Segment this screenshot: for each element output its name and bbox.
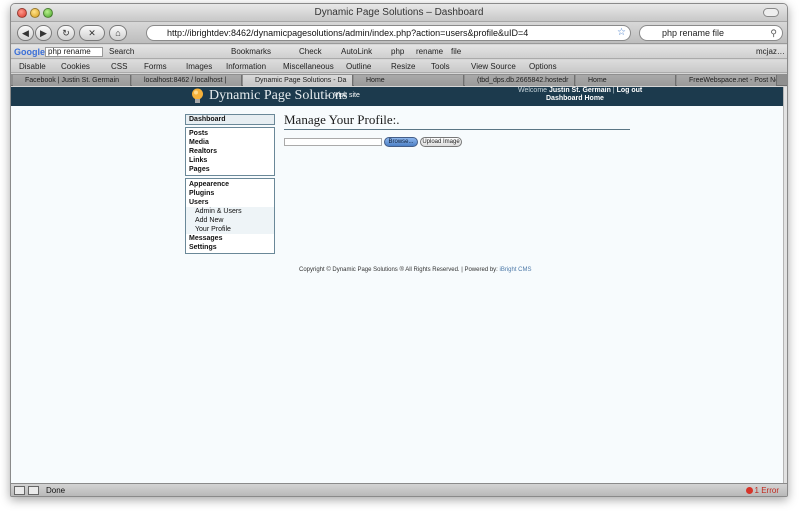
upload-form: Browse... Upload Image <box>284 136 630 150</box>
tab-home[interactable]: Home <box>354 75 464 86</box>
google-search-input[interactable]: php rename <box>45 47 103 57</box>
footer-copyright: Copyright © Dynamic Page Solutions ® All… <box>299 267 532 273</box>
sidebar-admin-box: Appearence Plugins Users Admin & Users A… <box>185 178 275 254</box>
sidebar-item-posts[interactable]: Posts <box>186 129 274 138</box>
dev-forms-menu[interactable]: Forms <box>144 60 167 72</box>
tab-bar: Facebook | Justin St. Germain localhost:… <box>11 74 787 86</box>
search-input[interactable]: php rename file ⚲ <box>639 25 783 41</box>
search-text: php rename file <box>662 28 725 38</box>
welcome-prefix: Welcome <box>518 87 548 94</box>
page-content: Dynamic Page Solutions ← Visit site Welc… <box>11 87 785 483</box>
tab-localhost[interactable]: localhost:8462 / localhost | <box>132 75 242 86</box>
tab-freewebspace[interactable]: FreeWebspace.net - Post Ne <box>677 75 777 86</box>
dev-view-source-menu[interactable]: View Source <box>471 60 516 72</box>
dev-miscellaneous-menu[interactable]: Miscellaneous <box>283 60 334 72</box>
highlight-php-button[interactable]: php <box>391 45 404 58</box>
sidebar-dashboard-box: Dashboard <box>185 114 275 125</box>
web-developer-toolbar: Disable Cookies CSS Forms Images Informa… <box>11 60 787 73</box>
error-count-text: 1 Error <box>754 486 779 495</box>
tab-dynamic-page-solutions[interactable]: Dynamic Page Solutions - Da <box>243 75 353 86</box>
vertical-scrollbar[interactable] <box>783 87 787 483</box>
lightbulb-logo-icon <box>192 88 203 103</box>
sidebar-item-messages[interactable]: Messages <box>186 234 274 243</box>
window-title: Dynamic Page Solutions – Dashboard <box>314 7 484 18</box>
status-window-icon[interactable] <box>28 486 39 495</box>
google-toolbar: Google php rename Search Bookmarks Check… <box>11 45 787 59</box>
reload-button[interactable]: ↻ <box>57 25 75 41</box>
status-text: Done <box>46 486 66 495</box>
sidebar-item-users[interactable]: Users <box>186 198 274 207</box>
upload-image-button[interactable]: Upload Image <box>420 137 462 147</box>
browse-button[interactable]: Browse... <box>384 137 418 147</box>
sidebar-item-links[interactable]: Links <box>186 156 274 165</box>
user-name-link[interactable]: Justin St. Germain <box>549 87 611 94</box>
main-panel: Manage Your Profile:. Browse... Upload I… <box>284 112 630 150</box>
admin-sidebar: Dashboard Posts Media Realtors Links Pag… <box>185 114 275 256</box>
sidebar-item-media[interactable]: Media <box>186 138 274 147</box>
url-text: http://ibrightdev:8462/dynamicpagesoluti… <box>167 28 529 38</box>
check-button[interactable]: Check <box>299 45 322 58</box>
dev-options-menu[interactable]: Options <box>529 60 557 72</box>
window-titlebar: Dynamic Page Solutions – Dashboard <box>11 4 787 22</box>
autolink-button[interactable]: AutoLink <box>341 45 372 58</box>
sidebar-subitem-your-profile[interactable]: Your Profile <box>186 225 274 234</box>
status-bar: Done 1 Error <box>11 483 787 496</box>
bookmark-star-icon[interactable]: ☆ <box>617 26 626 40</box>
sidebar-subitem-add-new[interactable]: Add New <box>186 216 274 225</box>
browser-window: Dynamic Page Solutions – Dashboard ◀ ▶ ↻… <box>10 3 788 497</box>
welcome-text: Welcome Justin St. Germain | Log out <box>518 87 643 94</box>
google-logo: Google <box>14 47 45 57</box>
dev-resize-menu[interactable]: Resize <box>391 60 415 72</box>
google-account[interactable]: mcjaz… <box>756 45 785 58</box>
tab-home-2[interactable]: Home <box>576 75 676 86</box>
sidebar-subitem-admin-users[interactable]: Admin & Users <box>186 207 274 216</box>
search-icon[interactable]: ⚲ <box>770 26 777 40</box>
url-input[interactable]: http://ibrightdev:8462/dynamicpagesoluti… <box>146 25 631 41</box>
dev-tools-menu[interactable]: Tools <box>431 60 450 72</box>
navigation-toolbar: ◀ ▶ ↻ ✕ ⌂ http://ibrightdev:8462/dynamic… <box>11 22 787 44</box>
file-path-input[interactable] <box>284 138 382 146</box>
copyright-text: Copyright © Dynamic Page Solutions ® All… <box>299 267 498 273</box>
status-menu-icon[interactable] <box>14 486 25 495</box>
error-icon <box>745 487 753 494</box>
sidebar-item-pages[interactable]: Pages <box>186 165 274 174</box>
tab-database[interactable]: (tbd_dps.db.2665842.hostedr <box>465 75 575 86</box>
highlight-rename-button[interactable]: rename <box>416 45 443 58</box>
dev-outline-menu[interactable]: Outline <box>346 60 371 72</box>
bookmarks-button[interactable]: Bookmarks <box>231 45 271 58</box>
error-console-indicator[interactable]: 1 Error <box>745 486 779 495</box>
dev-css-menu[interactable]: CSS <box>111 60 127 72</box>
highlight-file-button[interactable]: file <box>451 45 461 58</box>
dashboard-home-link[interactable]: Dashboard Home <box>546 95 604 102</box>
logout-link[interactable]: Log out <box>617 87 643 94</box>
page-title: Manage Your Profile:. <box>284 112 630 130</box>
dev-information-menu[interactable]: Information <box>226 60 266 72</box>
sidebar-item-realtors[interactable]: Realtors <box>186 147 274 156</box>
site-header: Dynamic Page Solutions ← Visit site Welc… <box>11 87 785 106</box>
tab-facebook[interactable]: Facebook | Justin St. Germain <box>13 75 131 86</box>
google-search-button[interactable]: Search <box>109 45 134 58</box>
sidebar-content-box: Posts Media Realtors Links Pages <box>185 127 275 176</box>
sidebar-item-appearance[interactable]: Appearence <box>186 180 274 189</box>
ibright-cms-link[interactable]: iBright CMS <box>500 267 532 273</box>
toolbar-toggle-button[interactable] <box>763 8 779 17</box>
sidebar-item-settings[interactable]: Settings <box>186 243 274 252</box>
sidebar-item-plugins[interactable]: Plugins <box>186 189 274 198</box>
dev-cookies-menu[interactable]: Cookies <box>61 60 90 72</box>
stop-button[interactable]: ✕ <box>79 25 105 41</box>
home-button[interactable]: ⌂ <box>109 25 127 41</box>
dev-disable-menu[interactable]: Disable <box>19 60 46 72</box>
visit-site-link[interactable]: ← Visit site <box>325 92 360 99</box>
sidebar-item-dashboard[interactable]: Dashboard <box>186 115 274 124</box>
forward-button[interactable]: ▶ <box>35 25 52 41</box>
dev-images-menu[interactable]: Images <box>186 60 212 72</box>
back-button[interactable]: ◀ <box>17 25 34 41</box>
